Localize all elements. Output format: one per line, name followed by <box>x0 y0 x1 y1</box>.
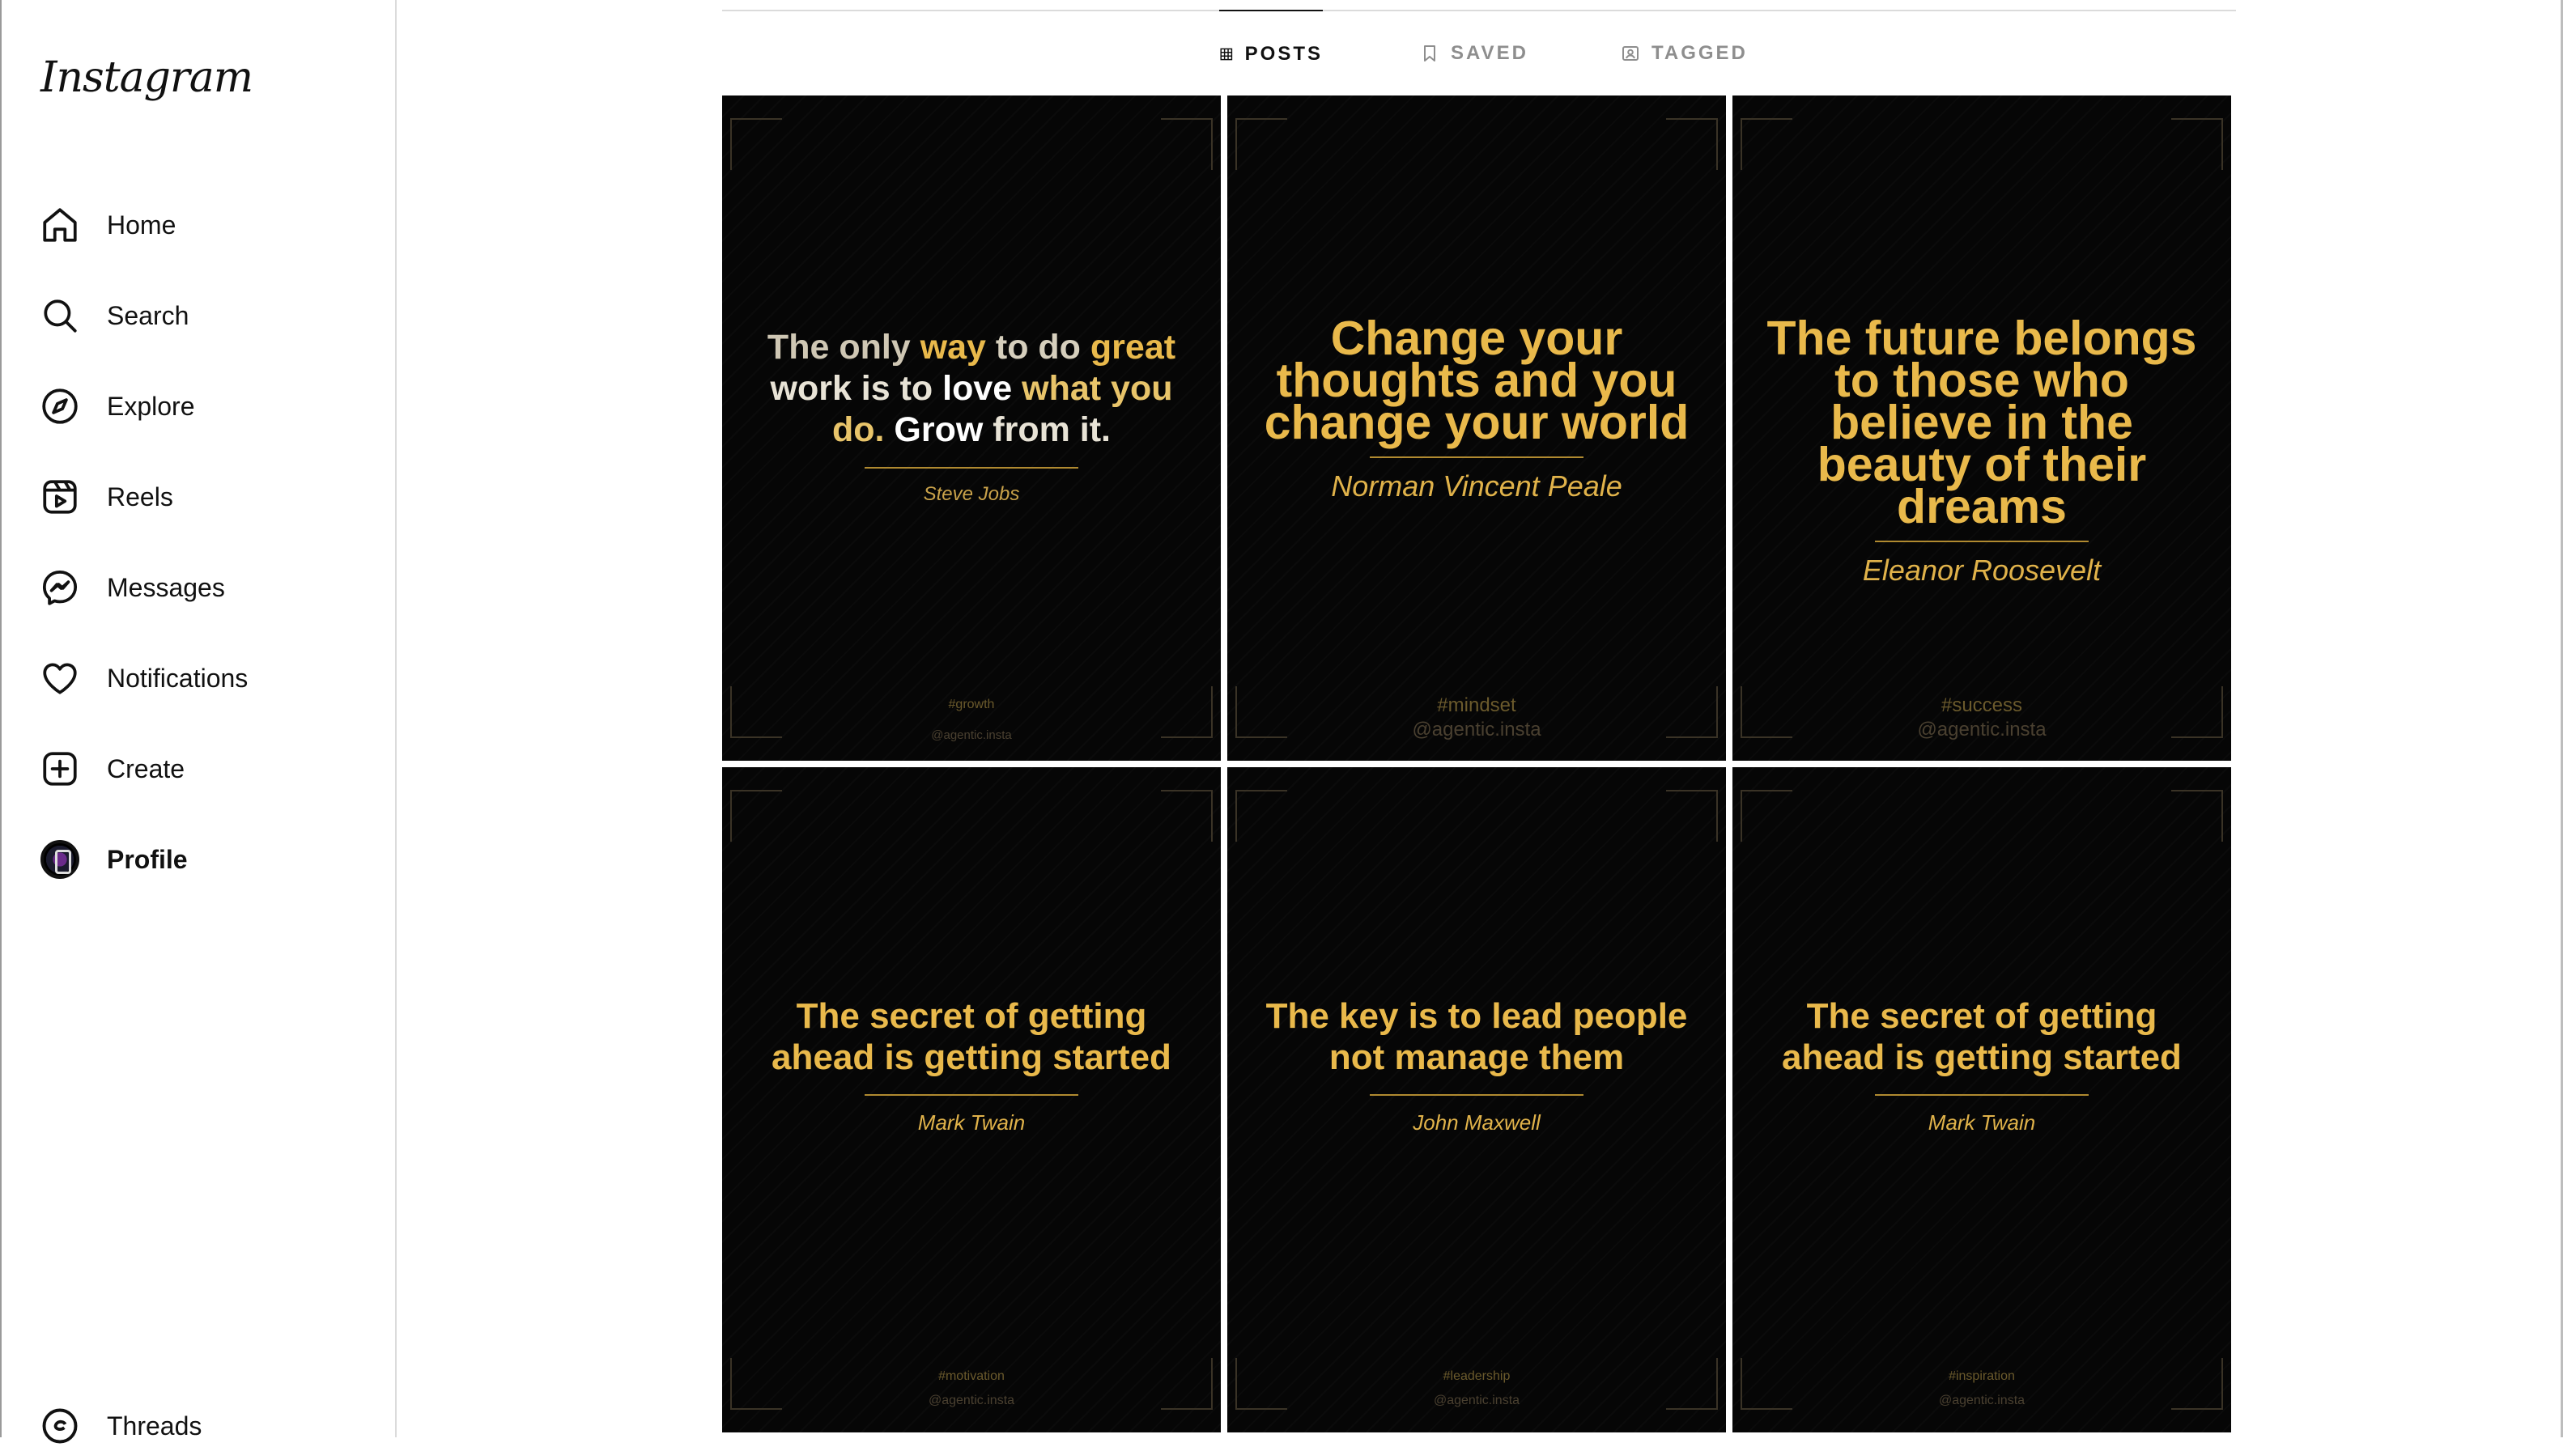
plus-square-icon <box>39 748 81 790</box>
avatar <box>39 838 81 881</box>
tab-label: TAGGED <box>1651 42 1748 64</box>
post-tile[interactable]: Change your thoughts and you change your… <box>1227 95 1726 761</box>
post-quote-block: The future belongs to those who believe … <box>1753 312 2210 588</box>
post-hashtag: #motivation <box>938 1369 1005 1383</box>
post-author: Eleanor Roosevelt <box>1862 554 2102 587</box>
quote-divider <box>865 1094 1078 1096</box>
post-handle: @agentic.insta <box>931 728 1012 742</box>
sidebar-item-notifications[interactable]: Notifications <box>21 633 377 724</box>
tab-saved[interactable]: SAVED <box>1420 10 1528 97</box>
sidebar-item-create[interactable]: Create <box>21 724 377 814</box>
sidebar-item-label: Threads <box>107 1411 202 1441</box>
post-handle: @agentic.insta <box>1938 1394 2026 1407</box>
corner-ornament <box>2171 118 2223 170</box>
tab-label: SAVED <box>1451 42 1528 64</box>
reels-icon <box>39 476 81 518</box>
post-handle: @agentic.insta <box>1412 719 1541 740</box>
sidebar-item-home[interactable]: Home <box>21 180 377 270</box>
sidebar-item-label: Explore <box>107 391 195 421</box>
post-quote: Change your thoughts and you change your… <box>1264 312 1690 449</box>
sidebar-item-label: Home <box>107 210 176 240</box>
corner-ornament <box>730 118 782 170</box>
sidebar-item-label: Messages <box>107 572 225 602</box>
corner-ornament <box>730 790 782 842</box>
post-quote: The only way to do great work is to love… <box>767 328 1176 449</box>
quote-divider <box>865 467 1078 469</box>
post-author: Mark Twain <box>917 1110 1026 1135</box>
quote-divider <box>1875 541 2089 542</box>
post-handle: @agentic.insta <box>1433 1394 1520 1407</box>
bookmark-icon <box>1424 45 1435 62</box>
instagram-logo[interactable]: Instagram <box>40 53 253 118</box>
post-quote-block: The key is to lead people not manage the… <box>1248 995 1705 1135</box>
post-author: Norman Vincent Peale <box>1331 469 1622 503</box>
home-icon <box>39 204 81 246</box>
post-handle: @agentic.insta <box>1917 719 2047 740</box>
tag-person-icon <box>1622 46 1639 61</box>
sidebar-item-reels[interactable]: Reels <box>21 452 377 542</box>
sidebar-item-label: Reels <box>107 482 173 511</box>
corner-ornament <box>1235 118 1287 170</box>
sidebar: Instagram Home Search Explore Reels Mess… <box>2 0 397 1444</box>
post-tile[interactable]: The future belongs to those who believe … <box>1732 95 2231 761</box>
sidebar-item-label: Create <box>107 753 185 783</box>
post-quote-block: Change your thoughts and you change your… <box>1248 312 1705 503</box>
post-tile[interactable]: The key is to lead people not manage the… <box>1227 767 1726 1432</box>
post-quote-block: The secret of getting ahead is getting s… <box>1753 995 2210 1135</box>
sidebar-item-search[interactable]: Search <box>21 270 377 361</box>
messenger-icon <box>39 566 81 609</box>
profile-tabs: POSTS SAVED TAGGED <box>722 10 2236 97</box>
post-tile[interactable]: The only way to do great work is to love… <box>722 95 1221 761</box>
post-quote: The key is to lead people not manage the… <box>1265 996 1688 1077</box>
sidebar-item-label: Search <box>107 300 189 330</box>
post-hashtag: #leadership <box>1443 1369 1511 1383</box>
tab-label: POSTS <box>1244 43 1323 65</box>
tab-posts[interactable]: POSTS <box>1219 10 1323 97</box>
corner-ornament <box>1741 118 1792 170</box>
search-icon <box>39 295 81 337</box>
corner-ornament <box>1235 790 1287 842</box>
corner-ornament <box>1161 118 1213 170</box>
grid-icon <box>1220 48 1233 61</box>
post-hashtag: #inspiration <box>1949 1369 2015 1383</box>
threads-icon <box>42 1408 78 1444</box>
sidebar-item-label: Profile <box>107 844 188 874</box>
post-handle: @agentic.insta <box>928 1394 1015 1407</box>
post-hashtag: #growth <box>948 698 995 711</box>
tab-tagged[interactable]: TAGGED <box>1621 10 1748 97</box>
corner-ornament <box>1666 118 1718 170</box>
post-hashtag: #mindset <box>1437 694 1516 716</box>
corner-ornament <box>1741 790 1792 842</box>
corner-ornament <box>2171 790 2223 842</box>
compass-icon <box>39 385 81 427</box>
post-quote: The secret of getting ahead is getting s… <box>772 996 1171 1077</box>
sidebar-nav: Home Search Explore Reels Messages Notif… <box>21 180 377 905</box>
heart-icon <box>39 657 81 699</box>
scrollbar-track[interactable] <box>2561 0 2563 1437</box>
post-quote-block: The only way to do great work is to love… <box>743 327 1200 506</box>
post-author: John Maxwell <box>1413 1110 1541 1135</box>
corner-ornament <box>1666 790 1718 842</box>
post-tile[interactable]: The secret of getting ahead is getting s… <box>722 767 1221 1432</box>
post-hashtag: #success <box>1941 694 2023 716</box>
post-author: Steve Jobs <box>923 483 1020 505</box>
post-tile[interactable]: The secret of getting ahead is getting s… <box>1732 767 2231 1432</box>
post-quote-block: The secret of getting ahead is getting s… <box>743 995 1200 1135</box>
post-author: Mark Twain <box>1928 1110 2036 1135</box>
corner-ornament <box>1161 790 1213 842</box>
sidebar-item-messages[interactable]: Messages <box>21 542 377 633</box>
sidebar-item-explore[interactable]: Explore <box>21 361 377 452</box>
quote-divider <box>1875 1094 2089 1096</box>
quote-divider <box>1370 456 1583 458</box>
post-quote: The secret of getting ahead is getting s… <box>1782 996 2182 1077</box>
post-quote: The future belongs to those who believe … <box>1766 312 2197 533</box>
quote-divider <box>1370 1094 1583 1096</box>
sidebar-item-label: Notifications <box>107 663 249 693</box>
sidebar-item-profile[interactable]: Profile <box>21 814 377 905</box>
sidebar-item-threads[interactable]: Threads <box>39 1405 202 1447</box>
